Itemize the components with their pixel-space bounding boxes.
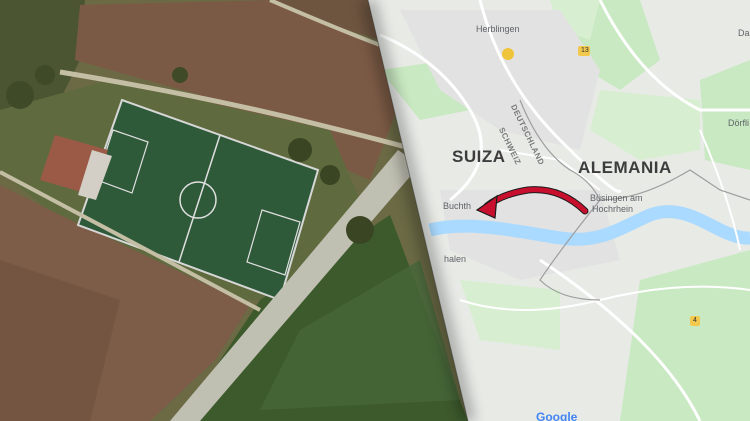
route-number-4: 4 — [693, 317, 697, 324]
google-watermark: Google — [536, 410, 578, 421]
country-label-alemania: ALEMANIA — [578, 158, 672, 177]
busingen-line1: Büsingen am — [590, 193, 643, 203]
place-label-buchthalen: Buchth — [443, 201, 472, 211]
place-label-dorflingen-partial: Dörfli — [728, 118, 750, 128]
country-label-suiza: SUIZA — [452, 147, 506, 166]
route-number-13: 13 — [581, 47, 589, 54]
place-label-herblingen: Herblingen — [476, 24, 520, 34]
place-label-feuerthalen-partial: halen — [444, 254, 467, 264]
split-map-comparison: Herblingen Da Dörfli SUIZA ALEMANIA Buch… — [0, 0, 750, 421]
place-label-thayngen-partial: Da — [738, 28, 750, 38]
place-label-busingen: Büsingen am Hochrhein — [590, 193, 643, 215]
busingen-line2: Hochrhein — [592, 204, 634, 214]
